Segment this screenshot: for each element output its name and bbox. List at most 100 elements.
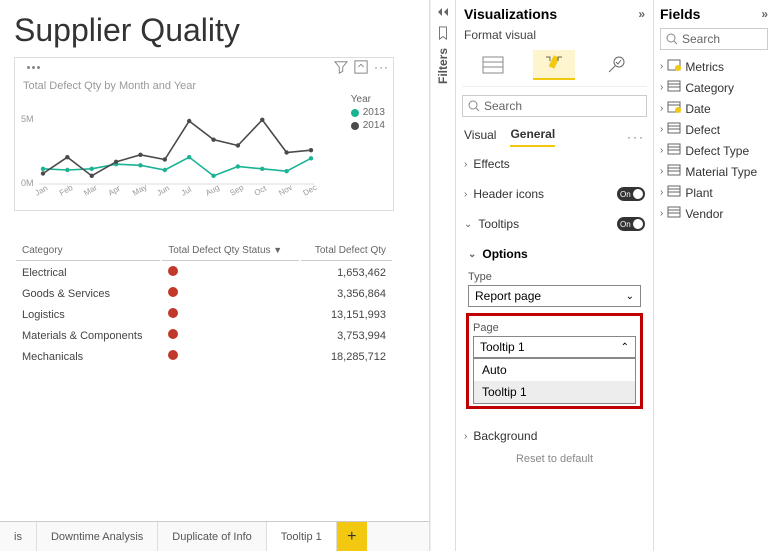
column-header[interactable]: Category [16, 243, 160, 261]
field-item[interactable]: › Plant [660, 182, 768, 203]
expand-icon[interactable]: » [638, 7, 645, 21]
search-icon [666, 33, 678, 45]
field-item[interactable]: › Vendor [660, 203, 768, 224]
report-canvas[interactable]: Supplier Quality ··· Total Defect Qty by… [0, 0, 430, 551]
field-item[interactable]: › Category [660, 77, 768, 98]
filter-icon[interactable] [334, 60, 348, 74]
type-select[interactable]: Report page ⌄ [468, 285, 641, 307]
header-icons-toggle[interactable]: On [617, 187, 645, 201]
analytics-tab[interactable] [595, 50, 637, 80]
chevron-right-icon: › [464, 189, 467, 200]
cell-qty: 18,285,712 [301, 347, 392, 366]
chevron-right-icon: › [660, 208, 663, 219]
section-header-icons[interactable]: ›Header icons On [462, 181, 647, 207]
field-label: Material Type [685, 165, 757, 179]
chevron-right-icon: › [660, 145, 663, 156]
table-icon [667, 164, 681, 179]
status-dot-icon [168, 308, 178, 318]
dropdown-item-auto[interactable]: Auto [474, 359, 635, 381]
bookmark-icon[interactable] [436, 26, 450, 40]
page-tab[interactable]: Duplicate of Info [158, 522, 267, 551]
reset-link[interactable]: Reset to default [462, 453, 647, 465]
drag-handle-icon[interactable] [27, 66, 40, 69]
page-tab[interactable]: Tooltip 1 [267, 522, 337, 551]
field-label: Defect Type [685, 144, 749, 158]
filters-label: Filters [436, 48, 450, 84]
options-header[interactable]: ⌄Options [468, 243, 641, 267]
table-row[interactable]: Logistics 13,151,993 [16, 305, 392, 324]
table-icon [667, 59, 681, 74]
legend-item-2013: 2013 [363, 107, 385, 118]
table-icon [667, 185, 681, 200]
fields-search-input[interactable]: Search [660, 28, 768, 50]
chevron-right-icon: › [464, 431, 467, 442]
chevron-right-icon: › [660, 82, 663, 93]
line-chart-visual[interactable]: ··· Total Defect Qty by Month and Year Y… [14, 57, 394, 211]
section-background[interactable]: ›Background [462, 423, 647, 449]
field-item[interactable]: › Material Type [660, 161, 768, 182]
filters-rail[interactable]: Filters [430, 0, 456, 551]
field-label: Vendor [685, 207, 723, 221]
more-options-icon[interactable]: ··· [627, 130, 645, 144]
chevron-down-icon: ⌄ [464, 219, 472, 230]
chevron-up-icon: ⌃ [621, 342, 629, 353]
dropdown-item-tooltip1[interactable]: Tooltip 1 [474, 381, 635, 403]
category-table[interactable]: CategoryTotal Defect Qty Status ▼Total D… [14, 241, 394, 368]
build-visual-tab[interactable] [472, 50, 514, 80]
field-label: Plant [685, 186, 712, 200]
effects-label: Effects [473, 157, 509, 171]
column-header[interactable]: Total Defect Qty [301, 243, 392, 261]
table-icon [667, 80, 681, 95]
fields-header: Fields [660, 6, 700, 22]
field-item[interactable]: › Defect Type [660, 140, 768, 161]
collapse-icon[interactable] [436, 6, 450, 18]
svg-text:Oct: Oct [253, 183, 269, 197]
field-item[interactable]: › Metrics [660, 56, 768, 77]
table-row[interactable]: Materials & Components 3,753,994 [16, 326, 392, 345]
table-icon [667, 122, 681, 137]
more-options-icon[interactable]: ··· [374, 60, 389, 74]
chart-legend: Year 2013 2014 [351, 94, 385, 133]
format-visual-tab[interactable] [533, 50, 575, 80]
legend-title: Year [351, 94, 385, 105]
focus-mode-icon[interactable] [354, 60, 368, 74]
svg-text:Jul: Jul [180, 185, 194, 198]
tooltips-toggle[interactable]: On [617, 217, 645, 231]
page-tab[interactable]: is [0, 522, 37, 551]
cell-status [162, 326, 299, 345]
svg-text:Jun: Jun [155, 183, 171, 197]
search-icon [468, 100, 480, 112]
viz-header: Visualizations [464, 6, 557, 22]
page-title: Supplier Quality [14, 12, 429, 49]
add-page-button[interactable]: + [337, 522, 367, 551]
chevron-right-icon: › [464, 159, 467, 170]
column-header[interactable]: Total Defect Qty Status ▼ [162, 243, 299, 261]
chevron-right-icon: › [660, 103, 663, 114]
field-item[interactable]: › Date [660, 98, 768, 119]
table-row[interactable]: Goods & Services 3,356,864 [16, 284, 392, 303]
general-tab[interactable]: General [510, 127, 555, 147]
type-value: Report page [475, 289, 541, 303]
page-select[interactable]: Tooltip 1 ⌃ [473, 336, 636, 358]
field-item[interactable]: › Defect [660, 119, 768, 140]
svg-text:5M: 5M [21, 114, 34, 124]
table-row[interactable]: Mechanicals 18,285,712 [16, 347, 392, 366]
svg-text:Feb: Feb [58, 183, 75, 198]
table-row[interactable]: Electrical 1,653,462 [16, 263, 392, 282]
fields-pane: Fields » Search › Metrics› Category› Dat… [654, 0, 774, 551]
viz-search-input[interactable]: Search [462, 95, 647, 117]
chevron-right-icon: › [660, 61, 663, 72]
section-tooltips[interactable]: ⌄Tooltips On [462, 211, 647, 237]
visual-tab[interactable]: Visual [464, 128, 496, 146]
page-tab[interactable]: Downtime Analysis [37, 522, 158, 551]
chevron-down-icon: ⌄ [468, 249, 476, 260]
section-effects[interactable]: › Effects [462, 151, 647, 177]
status-dot-icon [168, 266, 178, 276]
cell-qty: 13,151,993 [301, 305, 392, 324]
chevron-right-icon: › [660, 187, 663, 198]
cell-category: Materials & Components [16, 326, 160, 345]
expand-icon[interactable]: » [761, 7, 768, 21]
search-placeholder: Search [484, 99, 522, 113]
svg-text:Sep: Sep [228, 183, 245, 198]
svg-text:Mar: Mar [82, 183, 99, 198]
